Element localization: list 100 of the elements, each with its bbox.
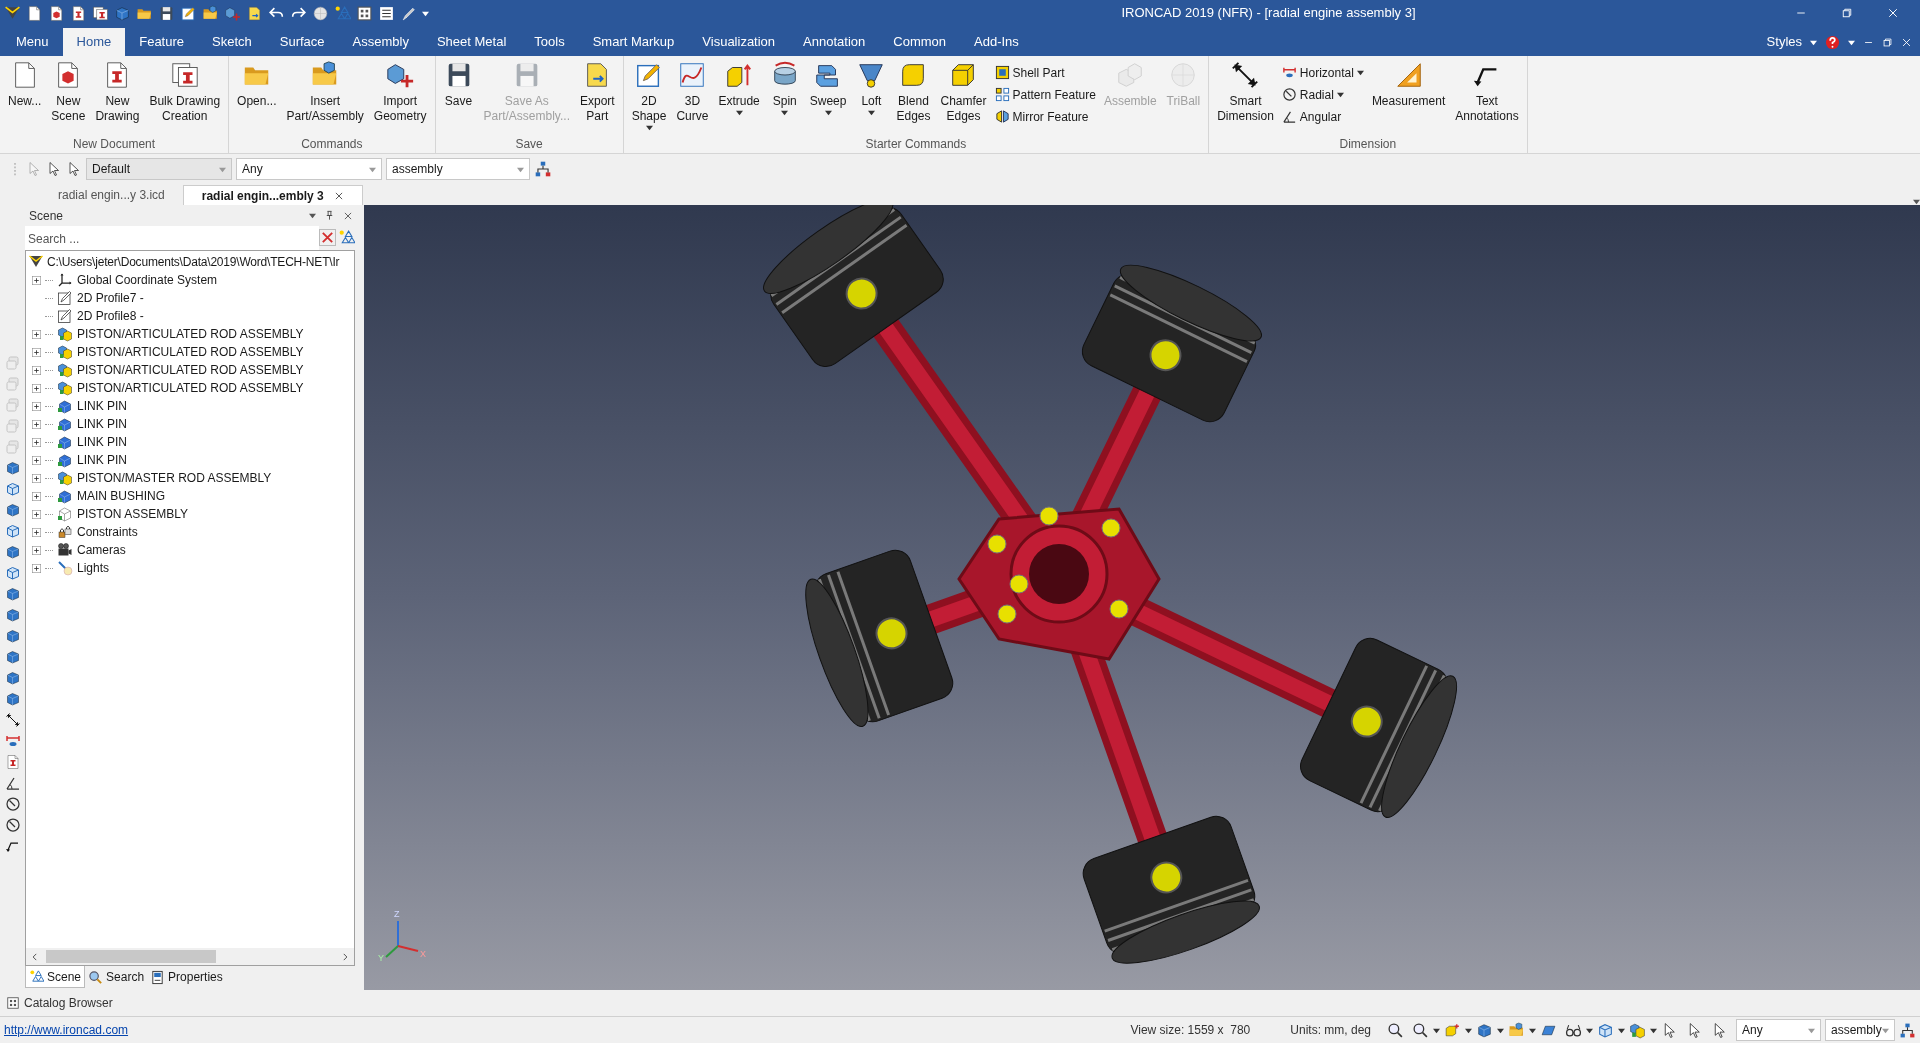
wire-cube-icon[interactable] xyxy=(4,481,21,497)
cube-icon[interactable] xyxy=(1476,1021,1493,1039)
tree-item[interactable]: C:\Users\jeter\Documents\Data\2019\Word\TECH-NET\Ir xyxy=(47,253,340,271)
tree-item[interactable]: Lights xyxy=(77,559,110,577)
zoom-icon[interactable] xyxy=(1412,1021,1429,1039)
ribbon-button[interactable]: Import Geometry xyxy=(369,60,431,136)
cube-icon[interactable] xyxy=(4,607,21,623)
close-icon[interactable] xyxy=(333,190,344,201)
cube-icon[interactable] xyxy=(4,670,21,686)
tree-item[interactable]: LINK PIN xyxy=(77,451,127,469)
expand-toggle[interactable] xyxy=(32,329,41,339)
ribbon-button[interactable]: Measurement xyxy=(1367,60,1450,136)
ribbon-tab[interactable]: Feature xyxy=(125,28,199,56)
ribbon-tab[interactable]: Annotation xyxy=(789,28,880,56)
ribbon-small-button[interactable]: Radial xyxy=(1279,84,1366,105)
tree-item[interactable]: PISTON/ARTICULATED ROD ASSEMBLY xyxy=(77,379,304,397)
ribbon-button[interactable]: New Scene xyxy=(47,60,90,136)
hierarchy-icon[interactable] xyxy=(1899,1021,1916,1039)
horizontal-dimension-icon[interactable] xyxy=(4,733,21,749)
ribbon-tab[interactable]: Smart Markup xyxy=(578,28,689,56)
panel-tab[interactable]: Scene xyxy=(25,966,86,988)
ribbon-tab[interactable]: Sheet Metal xyxy=(422,28,521,56)
expand-toggle[interactable] xyxy=(32,419,41,429)
ribbon-button[interactable]: Export Part xyxy=(576,60,619,136)
expand-toggle[interactable] xyxy=(32,401,41,411)
drawing-icon[interactable] xyxy=(4,754,21,770)
expand-toggle[interactable] xyxy=(32,545,41,555)
expand-toggle[interactable] xyxy=(32,383,41,393)
expand-toggle[interactable] xyxy=(32,563,41,573)
tree-item[interactable]: PISTON/MASTER ROD ASSEMBLY xyxy=(77,469,272,487)
circle-icon[interactable] xyxy=(4,796,21,812)
expand-toggle[interactable] xyxy=(32,509,41,519)
help-icon[interactable] xyxy=(1825,34,1840,50)
ribbon-button[interactable]: Loft xyxy=(852,60,891,136)
cube-plus-icon[interactable] xyxy=(224,4,241,22)
close-icon[interactable] xyxy=(1901,36,1912,48)
expand-toggle[interactable] xyxy=(32,437,41,447)
website-link[interactable]: http://www.ironcad.com xyxy=(4,1021,129,1039)
ribbon-button[interactable]: Blend Edges xyxy=(892,60,935,136)
wire-cube-icon[interactable] xyxy=(1597,1021,1614,1039)
ribbon-button[interactable]: Chamfer Edges xyxy=(936,60,991,136)
document-tab[interactable]: radial engin...embly 3 xyxy=(182,185,363,205)
ribbon-button[interactable]: Smart Dimension xyxy=(1213,60,1278,136)
catalog-browser-tab[interactable]: Catalog Browser xyxy=(6,994,113,1012)
stacked-documents-icon[interactable] xyxy=(92,4,109,22)
ribbon-tab[interactable]: Visualization xyxy=(688,28,790,56)
tree-item[interactable]: LINK PIN xyxy=(77,415,127,433)
filter-dropdown[interactable]: Any xyxy=(1736,1019,1821,1041)
scrollbar-thumb[interactable] xyxy=(46,950,216,963)
tree-star-icon[interactable] xyxy=(334,4,351,22)
tree-item[interactable]: LINK PIN xyxy=(77,433,127,451)
expand-toggle[interactable] xyxy=(32,527,41,537)
ribbon-button[interactable]: Insert Part/Assembly xyxy=(282,60,368,136)
assembly-icon[interactable] xyxy=(1629,1021,1646,1039)
expand-toggle[interactable] xyxy=(32,365,41,375)
cube-icon[interactable] xyxy=(4,691,21,707)
ribbon-tab[interactable]: Sketch xyxy=(198,28,266,56)
list-icon[interactable] xyxy=(378,4,395,22)
ribbon-button[interactable]: 3D Curve xyxy=(672,60,713,136)
ribbon-button[interactable]: Bulk Drawing Creation xyxy=(145,60,225,136)
horizontal-scrollbar[interactable] xyxy=(26,948,354,965)
ribbon-small-button[interactable]: Angular xyxy=(1279,106,1366,127)
panel-tab[interactable]: Search xyxy=(85,966,148,988)
tree-item[interactable]: PISTON ASSEMBLY xyxy=(77,505,188,523)
wire-cube-icon[interactable] xyxy=(4,523,21,539)
ribbon-small-button[interactable]: Shell Part xyxy=(992,62,1098,83)
tree-item[interactable]: PISTON/ARTICULATED ROD ASSEMBLY xyxy=(77,361,304,379)
scope-dropdown[interactable]: assembly xyxy=(386,158,530,180)
search-field[interactable]: Search ... xyxy=(25,226,319,248)
cube-icon[interactable] xyxy=(4,628,21,644)
cube-stack-icon[interactable] xyxy=(1508,1021,1525,1039)
ribbon-button[interactable]: Sweep xyxy=(805,60,851,136)
ribbon-tab[interactable]: Surface xyxy=(265,28,339,56)
box-plus-icon[interactable] xyxy=(1444,1021,1461,1039)
styles-menu[interactable]: Styles xyxy=(1766,32,1802,52)
ribbon-small-button[interactable]: Mirror Feature xyxy=(992,106,1098,127)
circle-icon[interactable] xyxy=(4,817,21,833)
ribbon-button[interactable]: Spin xyxy=(765,60,804,136)
ribbon-button[interactable]: New Drawing xyxy=(91,60,144,136)
tree-item[interactable]: PISTON/ARTICULATED ROD ASSEMBLY xyxy=(77,325,304,343)
ribbon-button[interactable]: Save xyxy=(439,60,478,136)
restore-icon[interactable] xyxy=(1882,36,1893,48)
expand-toggle[interactable] xyxy=(32,491,41,501)
document-tab[interactable]: radial engin...y 3.icd xyxy=(40,185,183,205)
ribbon-tab[interactable]: Home xyxy=(62,28,126,56)
expand-toggle[interactable] xyxy=(32,473,41,483)
filter-dropdown[interactable]: Any xyxy=(236,158,382,180)
ribbon-tab[interactable]: Add-Ins xyxy=(960,28,1033,56)
ribbon-button[interactable]: Extrude xyxy=(714,60,764,136)
close-icon[interactable] xyxy=(343,210,353,221)
tree-item[interactable]: 2D Profile7 - xyxy=(77,289,144,307)
tree-item[interactable]: 2D Profile8 - xyxy=(77,307,144,325)
ribbon-small-button[interactable]: Horizontal xyxy=(1279,62,1366,83)
cube-icon[interactable] xyxy=(114,4,131,22)
cube-icon[interactable] xyxy=(4,460,21,476)
app-logo-icon[interactable] xyxy=(4,4,21,22)
ribbon-tab[interactable]: Tools xyxy=(520,28,579,56)
expand-toggle[interactable] xyxy=(32,275,41,285)
grid-icon[interactable] xyxy=(356,4,373,22)
sphere-icon[interactable] xyxy=(312,4,329,22)
